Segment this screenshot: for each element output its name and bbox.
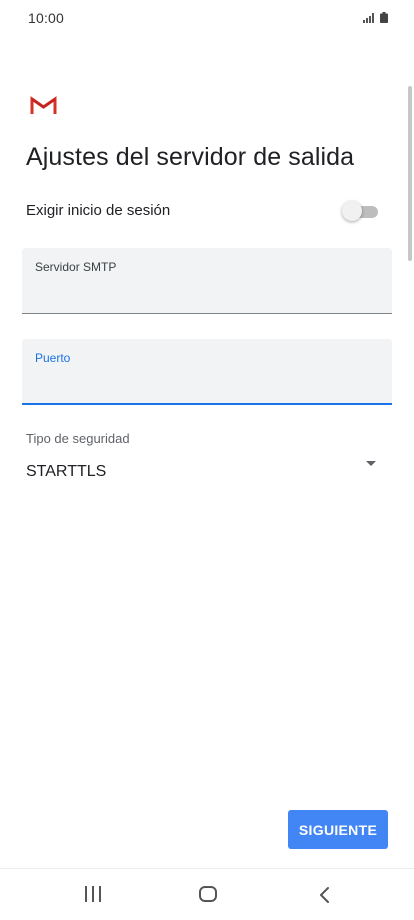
screen: 10:00 Ajustes del servidor de salida Exi… [0,0,414,920]
require-login-label: Exigir inicio de sesión [26,202,171,219]
smtp-server-field[interactable]: Servidor SMTP [22,248,392,314]
signal-icon [363,13,374,23]
gmail-logo [30,96,57,114]
port-label: Puerto [35,351,71,365]
security-type-dropdown[interactable]: STARTTLS [26,455,378,487]
security-type-value: STARTTLS [26,463,107,480]
back-icon[interactable] [316,885,334,905]
page-title: Ajustes del servidor de salida [26,143,355,171]
security-type-label: Tipo de seguridad [26,431,130,446]
home-icon[interactable] [199,886,217,902]
dropdown-arrow-icon [366,461,376,466]
recents-icon[interactable] [83,886,103,904]
scroll-indicator[interactable] [408,86,412,261]
smtp-server-input[interactable] [35,278,375,304]
require-login-toggle[interactable] [342,201,378,221]
next-button[interactable]: SIGUIENTE [288,810,388,849]
require-login-row[interactable]: Exigir inicio de sesión [26,198,378,224]
status-icons [363,12,388,23]
smtp-server-label: Servidor SMTP [35,260,117,274]
port-field[interactable]: Puerto [22,339,392,405]
battery-icon [380,12,388,23]
status-bar: 10:00 [0,0,414,36]
toggle-thumb [342,201,362,221]
navigation-bar [0,868,414,920]
status-time: 10:00 [28,10,65,26]
port-input[interactable] [35,369,375,395]
